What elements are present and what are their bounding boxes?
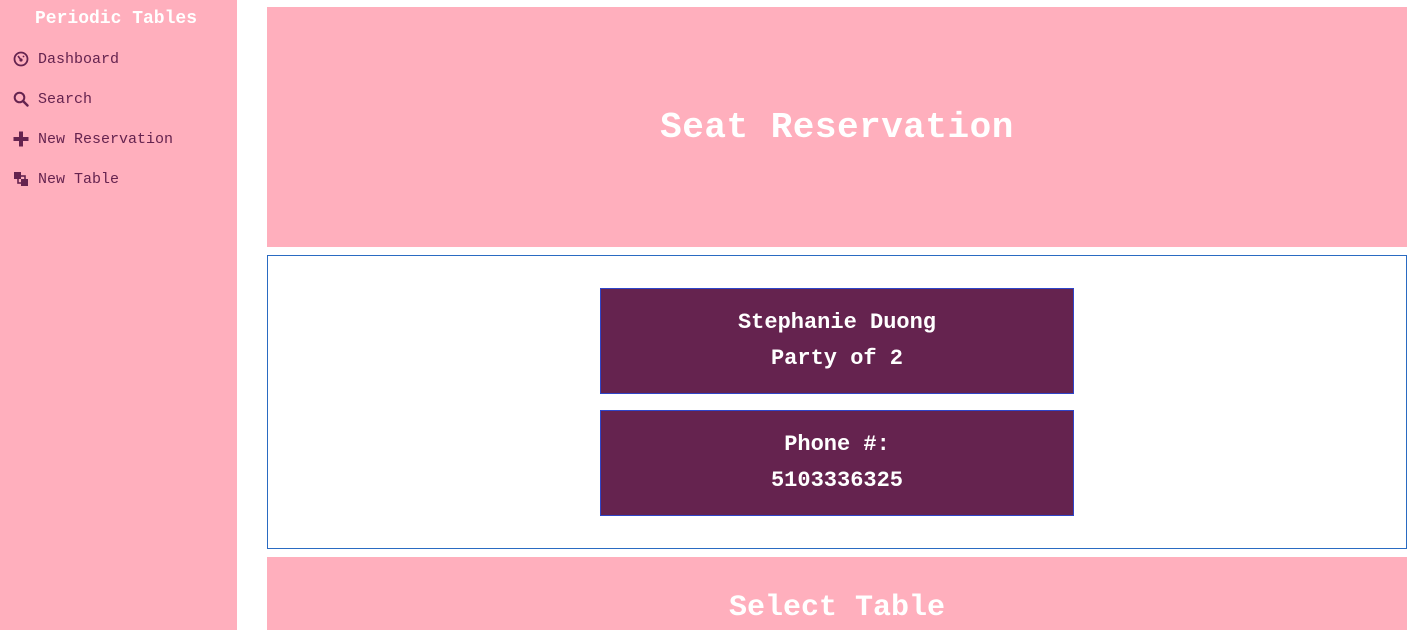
reservation-name: Stephanie Duong (737, 310, 937, 335)
sidebar-item-new-table[interactable]: New Table (12, 168, 173, 190)
select-table-panel: Select Table (267, 557, 1407, 630)
search-icon (12, 90, 30, 108)
tables-icon (12, 170, 30, 188)
select-table-title: Select Table (728, 591, 946, 625)
page-title: Seat Reservation (660, 106, 1014, 148)
reservation-phone-card: Phone #: 5103336325 (600, 410, 1074, 516)
sidebar: Periodic Tables Dashboard Search New Res… (0, 0, 237, 630)
phone-label: Phone #: (784, 432, 890, 457)
sidebar-item-label: Dashboard (38, 50, 120, 68)
plus-icon (12, 130, 30, 148)
sidebar-item-label: New Table (38, 170, 120, 188)
sidebar-nav: Dashboard Search New Reservation New Tab… (12, 48, 173, 208)
sidebar-item-search[interactable]: Search (12, 88, 173, 110)
dashboard-icon (12, 50, 30, 68)
reservation-info-panel: Stephanie Duong Party of 2 Phone #: 5103… (267, 255, 1407, 549)
sidebar-item-label: Search (38, 90, 93, 108)
app-brand[interactable]: Periodic Tables (0, 7, 232, 31)
sidebar-item-new-reservation[interactable]: New Reservation (12, 128, 173, 150)
phone-number: 5103336325 (770, 468, 904, 493)
sidebar-item-dashboard[interactable]: Dashboard (12, 48, 173, 70)
sidebar-item-label: New Reservation (38, 130, 174, 148)
header-panel: Seat Reservation (267, 7, 1407, 247)
reservation-name-card: Stephanie Duong Party of 2 (600, 288, 1074, 394)
party-size: Party of 2 (770, 346, 904, 371)
